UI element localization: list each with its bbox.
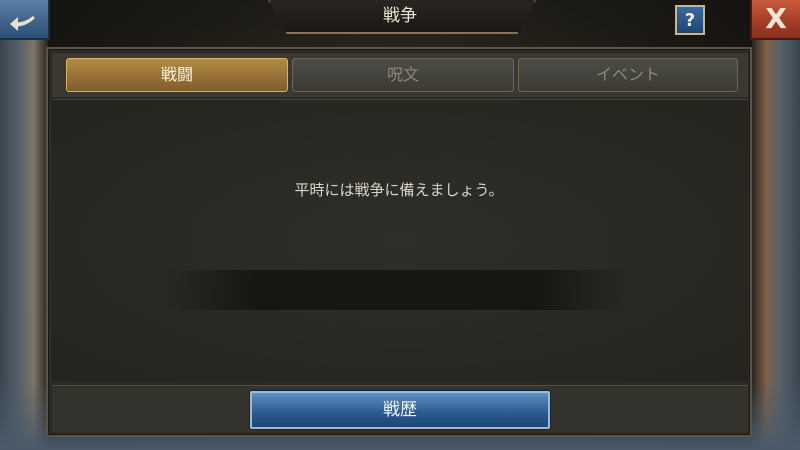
page-title: 戦争: [383, 6, 417, 26]
tab-event[interactable]: イベント: [518, 58, 738, 92]
tab-bar: 戦闘 呪文 イベント: [52, 53, 748, 97]
back-button[interactable]: [0, 0, 50, 40]
close-button[interactable]: X: [750, 0, 800, 40]
war-history-button[interactable]: 戦歴: [250, 391, 550, 429]
empty-state-message: 平時には戦争に備えましょう。: [294, 181, 504, 199]
tab-spells[interactable]: 呪文: [292, 58, 514, 92]
help-button[interactable]: ?: [675, 5, 705, 35]
tab-battle[interactable]: 戦闘: [66, 58, 288, 92]
message-band: [162, 270, 632, 310]
war-panel: 戦闘 呪文 イベント: [46, 47, 752, 437]
back-arrow-icon: [10, 16, 35, 31]
content-area: [52, 99, 748, 382]
